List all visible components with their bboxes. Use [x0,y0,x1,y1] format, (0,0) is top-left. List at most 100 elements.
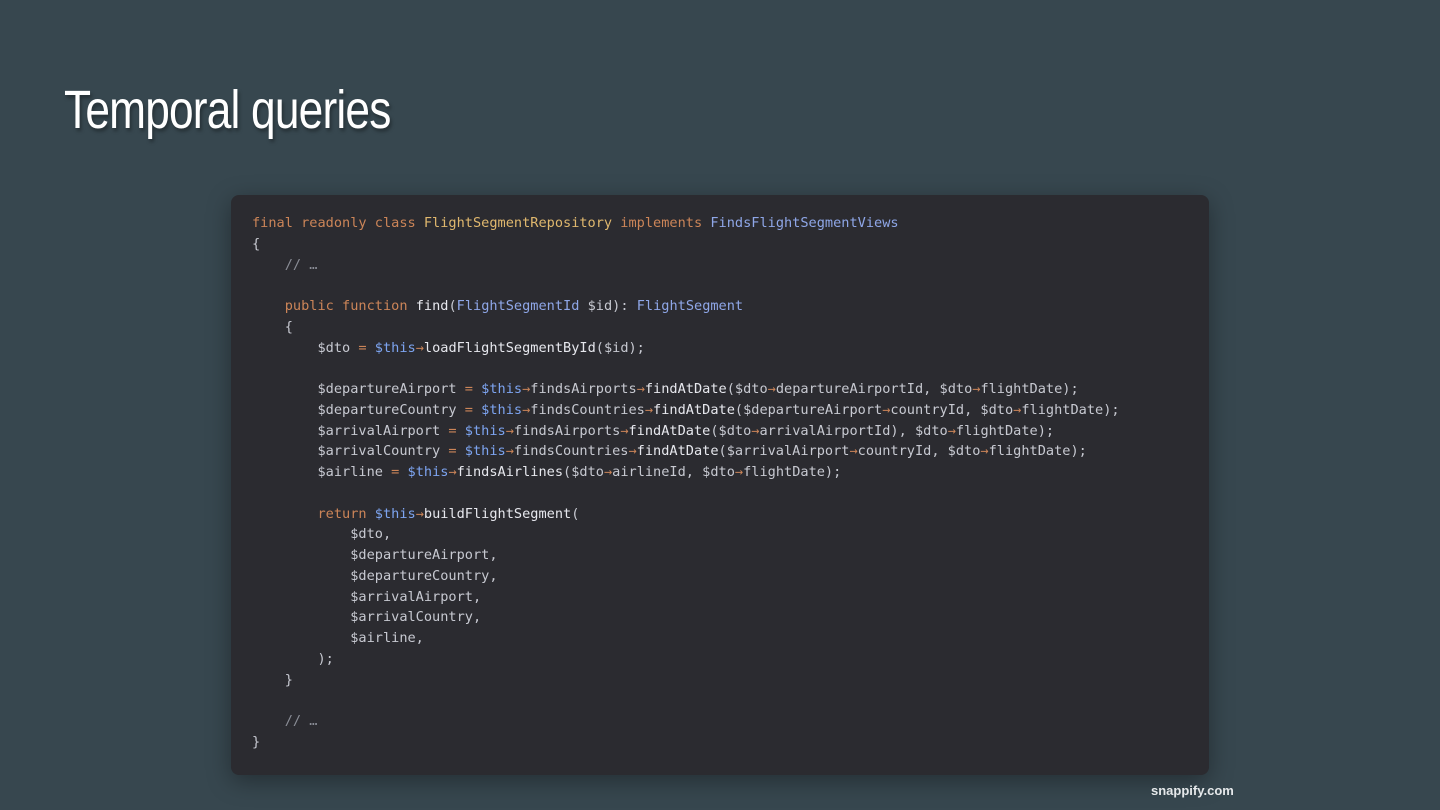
code-token-prop: findsAirports [530,381,637,397]
code-line: { [252,317,1209,338]
code-token-punct: ); [252,650,334,667]
code-token-func: findAtDate [628,422,711,439]
code-token-arrow: → [505,422,514,439]
code-token-prop: countryId, $dto [857,443,981,460]
code-line: $departureCountry = $this →findsCountries… [252,400,1209,421]
code-token-arrow: → [644,401,654,418]
code-token-prop: findsCountries [513,443,629,460]
code-token-punct: ): [612,298,637,314]
code-token-arrow: → [636,381,645,397]
code-token-var: $departureCountry [252,401,465,418]
code-token-arrow: → [448,464,457,480]
code-token-punct [473,402,481,418]
code-token-var: $airline [252,464,392,480]
code-line: $airline = $this→findsAirlines($dto→airl… [252,462,1209,483]
code-line: $airline, [252,628,1209,649]
code-line: $arrivalCountry, [252,607,1209,628]
code-token-punct: ($arrivalAirport [718,443,850,460]
code-token-keyword: return [317,505,375,522]
code-token-var: $dto [252,339,359,356]
code-line: $departureAirport, [252,545,1209,566]
code-token-var: $airline, [252,630,424,646]
code-token-keyword: public function [284,298,416,314]
code-token-punct: { [252,235,261,252]
code-line: $arrivalAirport = $this→findsAirports→fi… [252,421,1209,442]
code-token-punct: { [252,318,293,335]
code-token-punct [473,381,481,397]
code-token-arrow: → [628,443,637,460]
code-token-prop: flightDate); [955,422,1055,439]
code-block: final readonly class FlightSegmentReposi… [252,213,1209,753]
code-token-punct [252,506,317,522]
code-token-this: $this [407,464,449,480]
code-token-arrow: → [505,443,514,460]
code-token-type: FlightSegmentRepository [423,215,613,231]
code-token-this: $this [464,422,506,439]
code-line: $dto = $this→loadFlightSegmentById($id); [252,338,1209,359]
code-token-punct [399,464,407,480]
code-token-keyword: implements [612,215,711,231]
code-line: $arrivalCountry = $this→findsCountries→f… [252,441,1209,462]
code-token-class: FindsFlightSegmentViews [710,215,899,231]
code-window: final readonly class FlightSegmentReposi… [231,195,1209,775]
code-token-prop: flightDate); [743,464,842,480]
code-token-func: find [415,298,449,314]
code-line: ); [252,649,1209,670]
code-token-op: = [448,422,457,439]
code-token-prop: arrivalAirportId), $dto [759,422,948,439]
code-token-punct: ($dto [726,381,768,397]
code-token-punct: ($departureAirport [734,401,883,418]
code-token-var: $arrivalCountry, [252,609,482,626]
code-token-prop: findsCountries [530,401,645,418]
code-token-arrow: → [947,422,956,439]
code-token-arrow: → [767,381,776,397]
code-token-this: $this [374,505,416,522]
code-token-prop: flightDate); [988,443,1087,460]
code-token-op: = [448,443,457,460]
code-token-comment: // … [284,256,318,273]
code-token-punct: ( [571,505,580,522]
code-token-var: $departureCountry, [252,567,498,584]
code-token-this: $this [374,339,416,356]
code-token-punct: ($id); [595,339,645,356]
code-token-var: $id [579,298,613,314]
code-token-op: = [464,401,473,418]
code-token-class: FlightSegmentId [456,298,580,314]
code-token-prop: countryId, $dto [890,401,1014,418]
code-token-arrow: → [620,422,629,439]
code-token-arrow: → [603,464,613,480]
code-token-this: $this [481,381,523,397]
code-token-punct: ($dto [710,422,752,439]
code-line: { [252,234,1209,255]
code-line: } [252,732,1209,753]
code-token-punct [457,443,465,459]
code-token-punct [252,298,285,314]
code-token-arrow: → [980,443,989,460]
code-token-punct [457,423,465,439]
code-token-func: findAtDate [644,381,727,397]
code-token-punct [367,340,375,356]
code-token-arrow: → [734,464,744,480]
code-token-prop: airlineId, $dto [612,464,735,480]
code-token-punct: } [252,671,293,688]
code-token-func: loadFlightSegmentById [423,339,596,356]
code-token-class: FlightSegment [636,298,744,314]
code-token-func: findsAirlines [456,464,564,480]
slide-title: Temporal queries [64,80,391,140]
code-token-arrow: → [415,339,424,356]
code-line: public function find(FlightSegmentId $id… [252,296,1209,317]
code-token-arrow: → [415,505,424,522]
code-line: return $this→buildFlightSegment( [252,504,1209,525]
code-token-prop: flightDate); [980,381,1079,397]
code-token-func: findAtDate [636,443,719,460]
code-token-comment: // … [284,713,318,729]
code-token-var: $departureAirport, [252,547,498,563]
code-line: // … [252,711,1209,732]
code-token-op: = [358,339,367,356]
snappify-watermark: snappify.com [1151,783,1234,798]
code-token-punct: ( [448,298,457,314]
code-line: $arrivalAirport, [252,587,1209,608]
